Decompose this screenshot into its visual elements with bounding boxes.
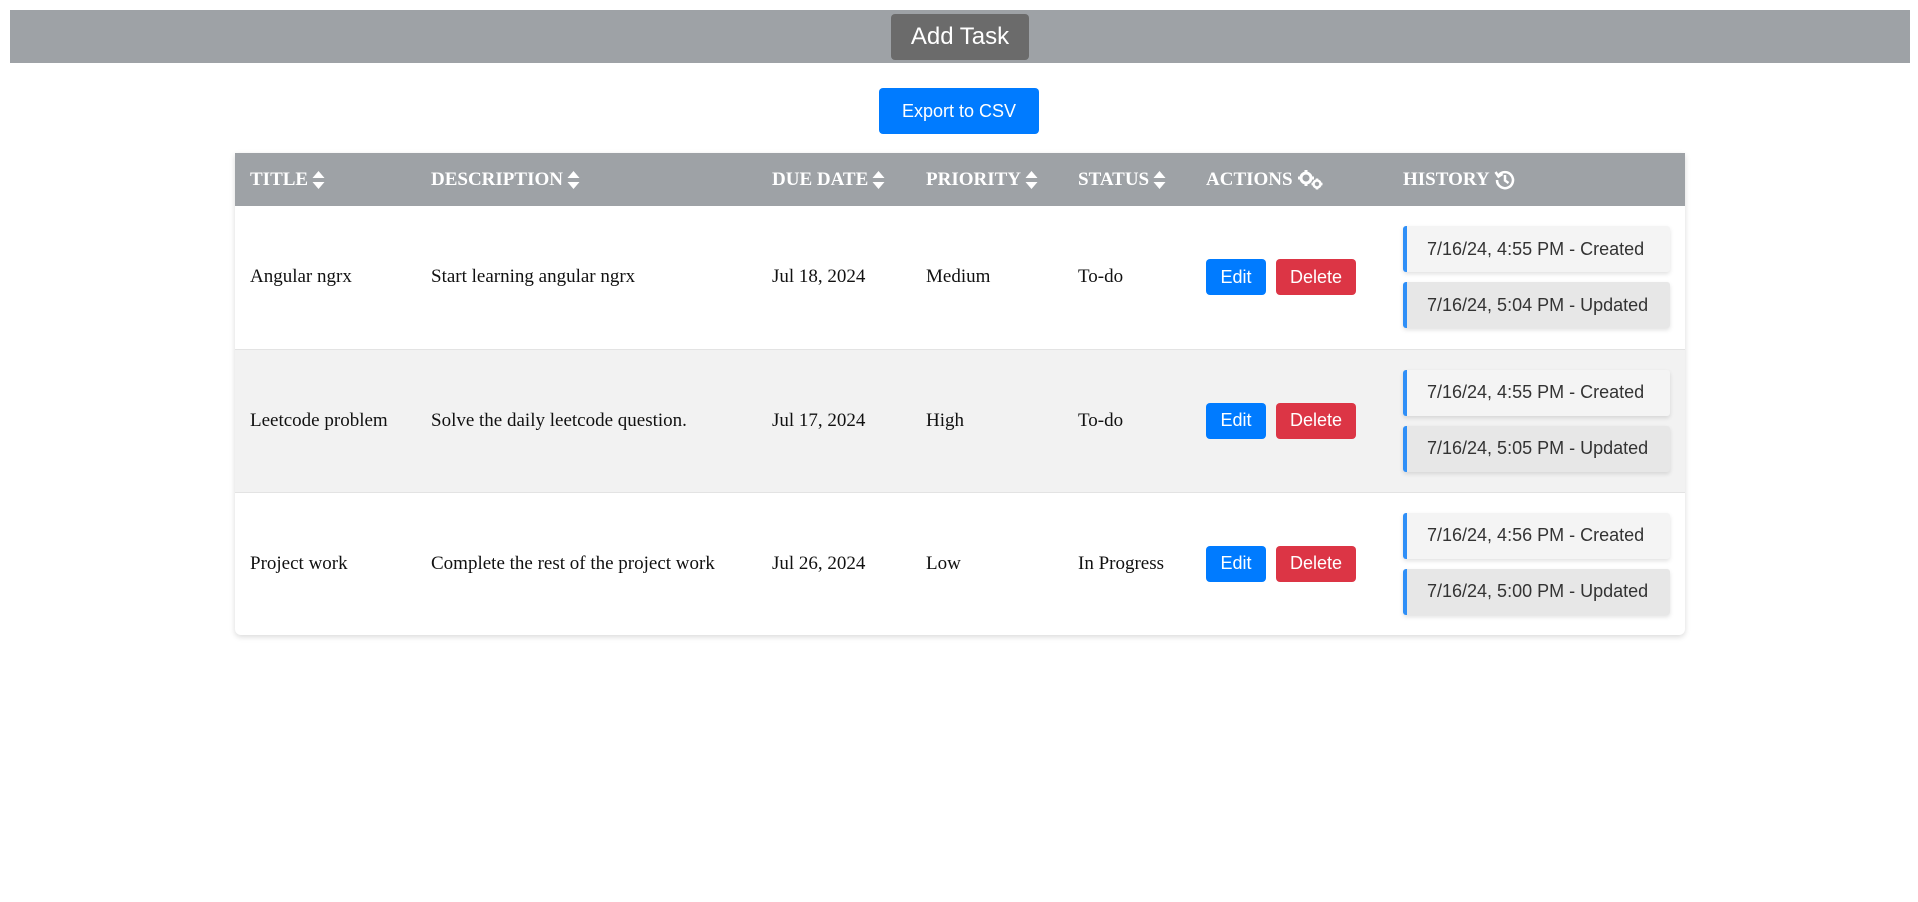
history-list: 7/16/24, 4:55 PM - Created 7/16/24, 5:05…: [1403, 369, 1670, 472]
cell-description: Start learning angular ngrx: [431, 266, 636, 288]
history-time: 7/16/24, 5:04 PM: [1427, 294, 1565, 315]
column-header-description[interactable]: DESCRIPTION: [416, 153, 757, 206]
add-task-button[interactable]: Add Task: [890, 13, 1030, 60]
table-row: Angular ngrx Start learning angular ngrx…: [235, 206, 1685, 349]
edit-button[interactable]: Edit: [1206, 545, 1266, 582]
history-time: 7/16/24, 4:55 PM: [1427, 382, 1565, 402]
cell-history: 7/16/24, 4:56 PM - Created 7/16/24, 5:00…: [1388, 492, 1685, 635]
task-table: TITLE DESCRIPTION DUE DATE PRIORITY STAT…: [235, 153, 1685, 635]
column-header-due-date[interactable]: DUE DATE: [757, 153, 911, 206]
history-separator: -: [1569, 382, 1576, 402]
history-list: 7/16/24, 4:55 PM - Created 7/16/24, 5:04…: [1403, 226, 1670, 329]
cell-due-date: Jul 17, 2024: [772, 409, 866, 431]
sort-icon[interactable]: [567, 170, 580, 190]
cell-actions: Edit Delete: [1191, 206, 1388, 349]
cell-due-date: Jul 18, 2024: [772, 266, 866, 288]
history-entry: 7/16/24, 4:56 PM - Created: [1403, 512, 1670, 559]
export-csv-button[interactable]: Export to CSV: [879, 88, 1039, 134]
row-actions: Edit Delete: [1206, 545, 1388, 582]
history-entry: 7/16/24, 5:00 PM - Updated: [1403, 568, 1670, 615]
history-separator: -: [1569, 525, 1576, 546]
cell-history: 7/16/24, 4:55 PM - Created 7/16/24, 5:05…: [1388, 349, 1685, 492]
cell-status: To-do: [1078, 266, 1124, 288]
history-list: 7/16/24, 4:56 PM - Created 7/16/24, 5:00…: [1403, 512, 1670, 615]
cell-description: Complete the rest of the project work: [431, 552, 715, 574]
cell-priority: Low: [926, 552, 961, 574]
history-entry: 7/16/24, 5:04 PM - Updated: [1403, 282, 1670, 329]
cell-title: Project work: [250, 552, 348, 574]
column-header-label: DUE DATE: [772, 168, 869, 190]
history-entry: 7/16/24, 5:05 PM - Updated: [1403, 425, 1670, 472]
delete-button[interactable]: Delete: [1276, 259, 1356, 296]
cell-due-date: Jul 26, 2024: [772, 552, 866, 574]
history-entry: 7/16/24, 4:55 PM - Created: [1403, 226, 1670, 273]
cell-title: Angular ngrx: [250, 266, 352, 288]
history-entry: 7/16/24, 4:55 PM - Created: [1403, 369, 1670, 416]
history-separator: -: [1569, 438, 1576, 458]
cell-history: 7/16/24, 4:55 PM - Created 7/16/24, 5:04…: [1388, 206, 1685, 349]
top-toolbar: Add Task: [10, 10, 1910, 63]
edit-button[interactable]: Edit: [1206, 402, 1266, 439]
column-header-title[interactable]: TITLE: [235, 153, 416, 206]
cell-priority: Medium: [926, 266, 991, 288]
column-header-history: HISTORY: [1388, 153, 1685, 206]
history-time: 7/16/24, 5:00 PM: [1427, 581, 1565, 602]
column-header-label: TITLE: [250, 168, 309, 190]
column-header-priority[interactable]: PRIORITY: [911, 153, 1063, 206]
column-header-label: HISTORY: [1403, 168, 1490, 190]
history-icon: [1494, 169, 1516, 191]
history-separator: -: [1569, 238, 1576, 259]
cell-actions: Edit Delete: [1191, 349, 1388, 492]
column-header-actions: ACTIONS: [1191, 153, 1388, 206]
history-action: Created: [1580, 382, 1645, 402]
cell-status: To-do: [1078, 409, 1124, 431]
history-action: Updated: [1580, 438, 1649, 458]
column-header-label: PRIORITY: [926, 168, 1022, 190]
history-action: Updated: [1580, 294, 1649, 315]
table-row: Leetcode problem Solve the daily leetcod…: [235, 349, 1685, 492]
column-header-status[interactable]: STATUS: [1063, 153, 1191, 206]
history-action: Created: [1580, 525, 1645, 546]
sort-icon[interactable]: [872, 170, 885, 190]
history-time: 7/16/24, 4:55 PM: [1427, 238, 1565, 259]
sort-icon[interactable]: [312, 170, 325, 190]
history-time: 7/16/24, 5:05 PM: [1427, 438, 1565, 458]
export-area: Export to CSV: [0, 88, 1918, 134]
cell-status: In Progress: [1078, 552, 1165, 574]
row-actions: Edit Delete: [1206, 259, 1388, 296]
column-header-label: DESCRIPTION: [431, 168, 563, 190]
table-row: Project work Complete the rest of the pr…: [235, 492, 1685, 635]
cell-description: Solve the daily leetcode question.: [431, 409, 687, 431]
sort-icon[interactable]: [1153, 170, 1166, 190]
delete-button[interactable]: Delete: [1276, 545, 1356, 582]
column-header-label: ACTIONS: [1206, 168, 1293, 190]
history-time: 7/16/24, 4:56 PM: [1427, 525, 1565, 546]
history-action: Updated: [1580, 581, 1649, 602]
history-separator: -: [1569, 294, 1576, 315]
cell-actions: Edit Delete: [1191, 492, 1388, 635]
edit-button[interactable]: Edit: [1206, 259, 1266, 296]
table-header-row: TITLE DESCRIPTION DUE DATE PRIORITY STAT…: [235, 153, 1685, 206]
gears-icon: [1297, 169, 1325, 190]
cell-priority: High: [926, 409, 964, 431]
history-action: Created: [1580, 238, 1645, 259]
task-table-card: TITLE DESCRIPTION DUE DATE PRIORITY STAT…: [235, 153, 1685, 635]
delete-button[interactable]: Delete: [1276, 402, 1356, 439]
cell-title: Leetcode problem: [250, 409, 388, 431]
history-separator: -: [1569, 581, 1576, 602]
column-header-label: STATUS: [1078, 168, 1150, 190]
row-actions: Edit Delete: [1206, 402, 1388, 439]
sort-icon[interactable]: [1025, 170, 1038, 190]
